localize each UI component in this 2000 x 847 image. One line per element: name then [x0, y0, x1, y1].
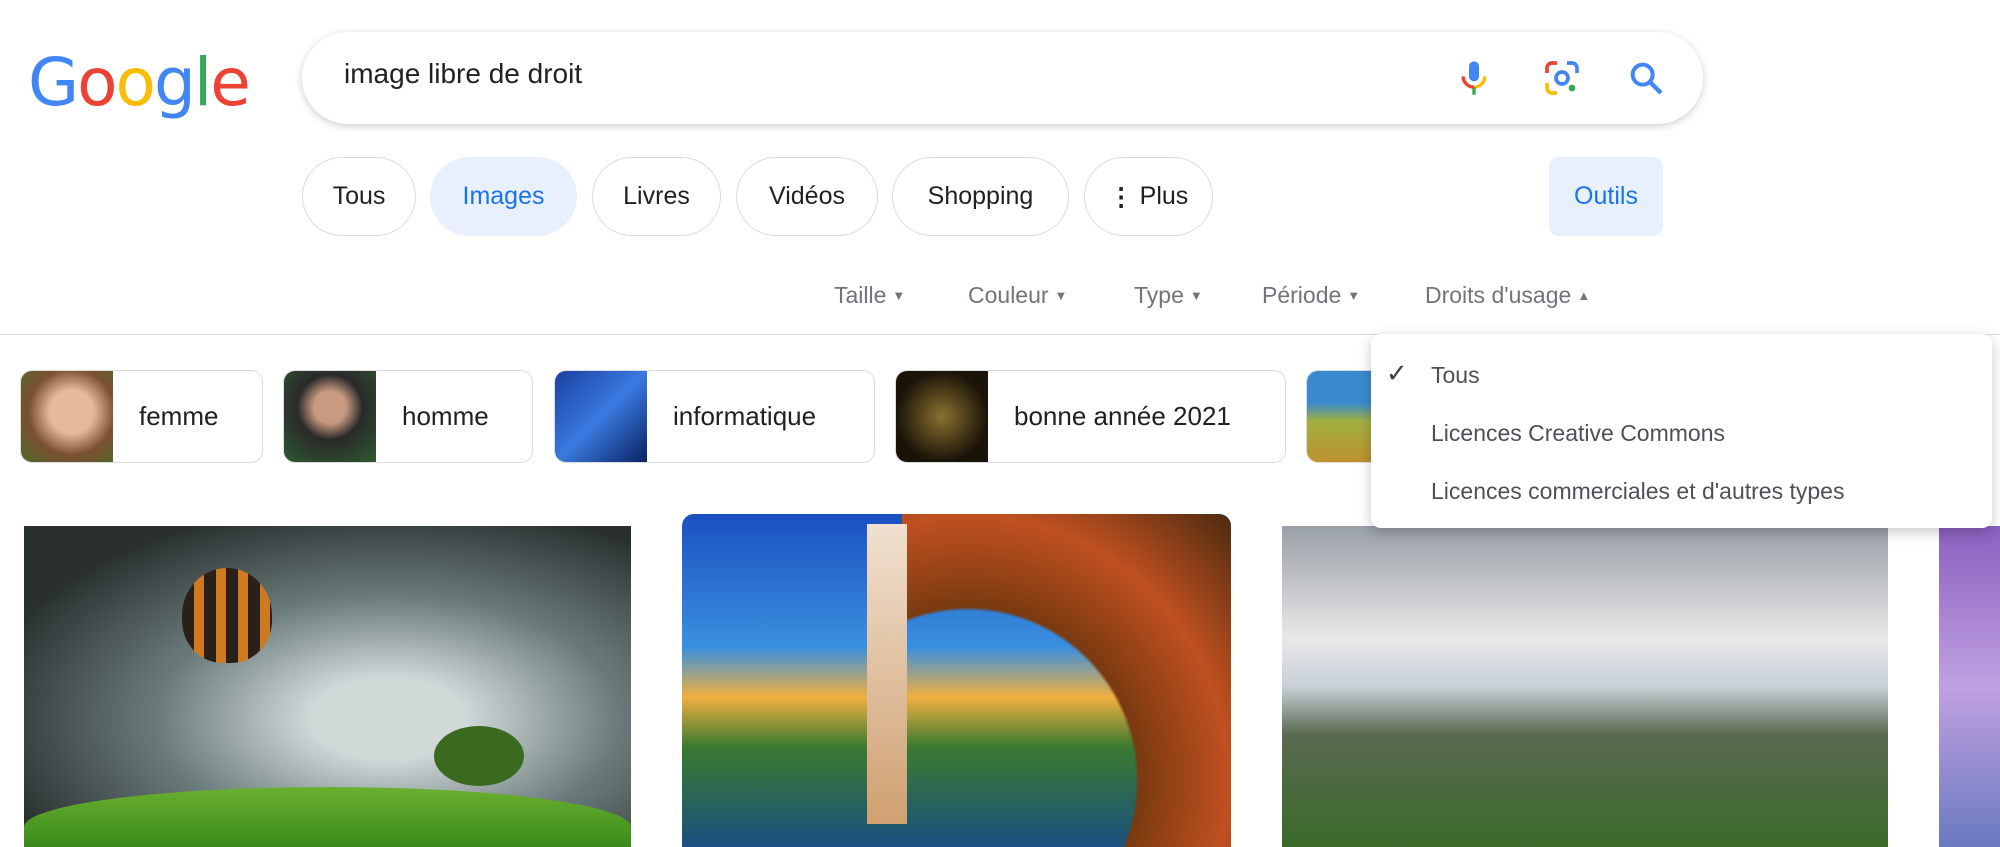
- menu-item-creative-commons[interactable]: Licences Creative Commons: [1431, 420, 1725, 447]
- caret-down-icon: ▼: [892, 288, 906, 303]
- tab-label: Livres: [623, 182, 690, 210]
- tab-label: Tous: [332, 182, 386, 210]
- tab-images[interactable]: Images: [430, 157, 577, 236]
- caret-down-icon: ▼: [1347, 288, 1361, 303]
- chip-femme[interactable]: femme: [20, 370, 263, 463]
- more-vert-icon: ⋮: [1108, 182, 1134, 211]
- tab-label: Images: [462, 182, 545, 210]
- tab-plus[interactable]: ⋮ Plus: [1084, 157, 1213, 236]
- cave-shape: [901, 514, 1231, 847]
- google-lens-icon[interactable]: [1542, 58, 1582, 98]
- waterfall-shape: [867, 524, 907, 824]
- caret-down-icon: ▼: [1189, 288, 1203, 303]
- search-input[interactable]: [344, 58, 1344, 90]
- tool-droits-usage[interactable]: Droits d'usage ▲: [1425, 282, 1590, 309]
- image-result-mountains[interactable]: [1282, 526, 1888, 847]
- menu-item-tous[interactable]: Tous: [1431, 362, 1480, 389]
- logo-letter: G: [28, 44, 79, 121]
- caret-up-icon: ▲: [1577, 288, 1591, 303]
- usage-rights-menu: ✓ Tous Licences Creative Commons Licence…: [1371, 334, 1992, 528]
- tool-type[interactable]: Type ▼: [1134, 282, 1203, 309]
- microphone-icon[interactable]: [1454, 58, 1494, 98]
- tool-couleur[interactable]: Couleur ▼: [968, 282, 1067, 309]
- tree-shape: [434, 726, 524, 786]
- chip-homme[interactable]: homme: [283, 370, 533, 463]
- tab-label: Plus: [1139, 182, 1189, 210]
- image-result-partial[interactable]: [1939, 526, 2000, 847]
- chip-label: homme: [402, 401, 489, 431]
- chip-label: femme: [139, 401, 219, 431]
- search-icon[interactable]: [1626, 58, 1666, 98]
- caret-down-icon: ▼: [1054, 288, 1068, 303]
- tab-livres[interactable]: Livres: [592, 157, 721, 236]
- balloon-shape: [182, 568, 272, 663]
- tab-shopping[interactable]: Shopping: [892, 157, 1069, 236]
- tab-tous[interactable]: Tous: [302, 157, 416, 236]
- chip-thumbnail: [896, 371, 988, 462]
- logo-letter: l: [193, 44, 212, 121]
- logo-letter: o: [115, 44, 156, 121]
- image-result-waterfall[interactable]: [682, 514, 1231, 847]
- google-logo[interactable]: Google: [28, 44, 251, 121]
- tool-label: Période: [1262, 282, 1342, 308]
- chip-label: bonne année 2021: [1014, 401, 1231, 431]
- tab-label: Vidéos: [769, 182, 845, 210]
- tab-videos[interactable]: Vidéos: [736, 157, 878, 236]
- logo-letter: o: [77, 44, 117, 121]
- checkmark-icon: ✓: [1386, 358, 1408, 388]
- chip-thumbnail: [284, 371, 376, 462]
- tool-label: Couleur: [968, 282, 1049, 308]
- search-box: [302, 32, 1703, 124]
- logo-letter: g: [153, 44, 196, 121]
- tool-label: Taille: [834, 282, 887, 308]
- chip-bonne-annee-2021[interactable]: bonne année 2021: [895, 370, 1286, 463]
- chip-thumbnail: [21, 371, 113, 462]
- tools-label: Outils: [1574, 182, 1638, 210]
- tool-label: Droits d'usage: [1425, 282, 1572, 308]
- tool-taille[interactable]: Taille ▼: [834, 282, 905, 309]
- chip-label: informatique: [673, 401, 817, 431]
- image-grass: [24, 787, 631, 847]
- tool-periode[interactable]: Période ▼: [1262, 282, 1360, 309]
- chip-thumbnail: [555, 371, 647, 462]
- menu-item-commercial-licenses[interactable]: Licences commerciales et d'autres types: [1431, 478, 1844, 505]
- tab-label: Shopping: [927, 182, 1034, 210]
- tool-label: Type: [1134, 282, 1184, 308]
- image-result-balloon-elephant[interactable]: [24, 526, 631, 847]
- tools-button[interactable]: Outils: [1549, 157, 1663, 236]
- logo-letter: e: [210, 44, 251, 121]
- chip-informatique[interactable]: informatique: [554, 370, 875, 463]
